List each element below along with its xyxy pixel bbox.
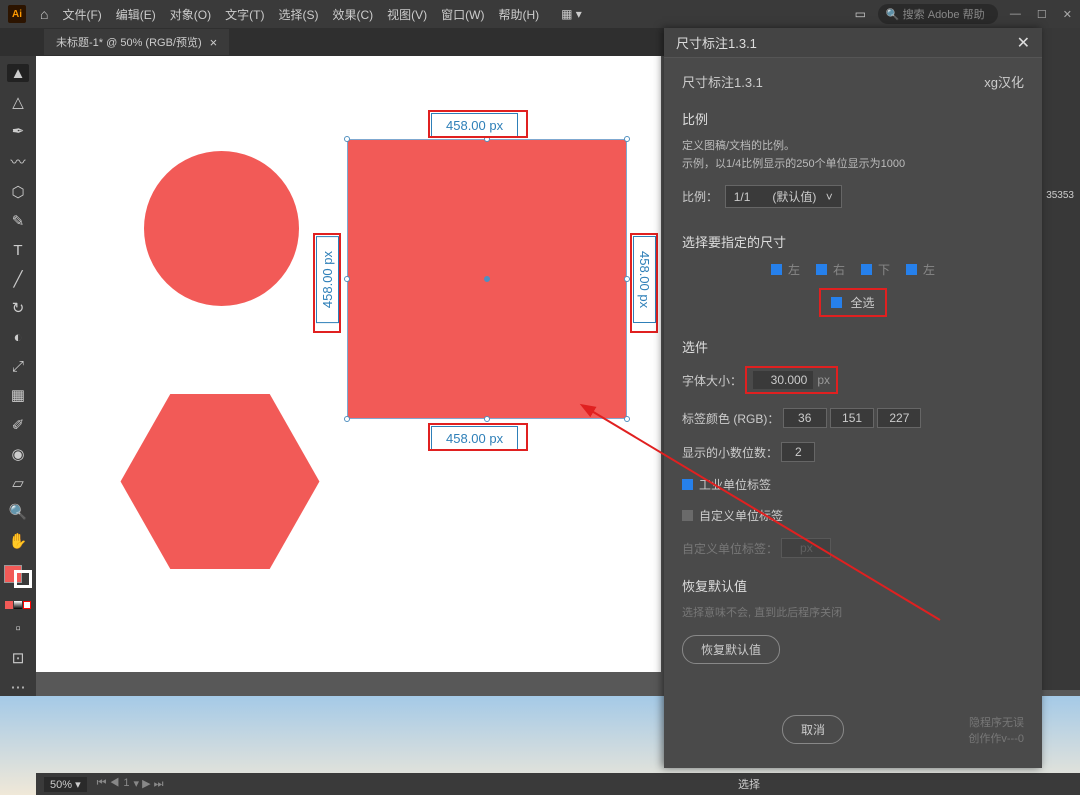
page-nav[interactable]: ⏮ ◀ 1 ▾ ▶ ⏭ [97, 777, 164, 791]
menu-window[interactable]: 窗口(W) [441, 6, 484, 23]
right-num: 35353 [1046, 190, 1074, 201]
panel-credit: xg汉化 [984, 72, 1024, 91]
circle-shape[interactable] [144, 151, 299, 306]
dimension-label-top: 458.00 px [431, 113, 518, 138]
restore-heading: 恢复默认值 [682, 576, 1024, 595]
decimal-label: 显示的小数位数： [682, 444, 778, 461]
side-checkboxes: 左 右 下 左 [682, 261, 1024, 278]
fontsize-input[interactable] [753, 371, 813, 389]
rectangle-shape-selected[interactable] [347, 139, 627, 419]
tab-close-icon[interactable]: × [210, 35, 218, 50]
layout-icon[interactable]: ▦ ▾ [561, 7, 582, 21]
artboard: 458.00 px 458.00 px 458.00 px 458.00 px [36, 56, 661, 672]
document-tab[interactable]: 未标题-1* @ 50% (RGB/预览) × [44, 29, 229, 55]
select-all-checkbox[interactable]: 全选 [819, 288, 886, 317]
menu-help[interactable]: 帮助(H) [498, 6, 539, 23]
selection-tool[interactable]: ▲ [7, 64, 29, 82]
rgb-g-input[interactable] [830, 408, 874, 428]
color-mode-icons[interactable] [5, 601, 31, 609]
scale-tool[interactable]: ⤢ [7, 357, 29, 375]
eyedropper-tool[interactable]: ✐ [7, 416, 29, 434]
dimension-label-bottom: 458.00 px [431, 426, 518, 451]
decimal-input[interactable] [781, 442, 815, 462]
tool-palette: ▲ △ ✒ 〰 ⬡ ✎ T ╱ ↻ ◐ ⤢ ▦ ✐ ◉ ▱ 🔍 ✋ ▫ ⊡ ⋯ [0, 56, 36, 696]
menu-edit[interactable]: 编辑(E) [116, 6, 156, 23]
fontsize-label: 字体大小： [682, 372, 742, 389]
options-heading: 选件 [682, 337, 1024, 356]
labelcolor-label: 标签颜色 [682, 410, 730, 427]
ratio-select[interactable]: 1/1 (默认值) ˅ [725, 185, 842, 208]
rotate-tool[interactable]: ↻ [7, 299, 29, 317]
menu-object[interactable]: 对象(O) [170, 6, 211, 23]
maximize-icon[interactable]: ☐ [1037, 8, 1047, 21]
gradient-tool[interactable]: ▦ [7, 386, 29, 404]
dim-select-heading: 选择要指定的尺寸 [682, 232, 1024, 251]
zoom-select[interactable]: 50% ▾ [44, 777, 87, 792]
selection-status: 选择 [738, 776, 760, 792]
minimize-icon[interactable]: — [1010, 8, 1021, 21]
tab-title: 未标题-1* @ 50% (RGB/预览) [56, 34, 202, 50]
hand-tool[interactable]: ✋ [7, 532, 29, 550]
chk-bottom[interactable]: 左 [906, 261, 935, 278]
restore-button[interactable]: 恢复默认值 [682, 635, 780, 664]
line-tool[interactable]: ╱ [7, 270, 29, 288]
app-logo: Ai [8, 5, 26, 23]
fontsize-input-box: px [745, 366, 838, 394]
menu-effect[interactable]: 效果(C) [332, 6, 373, 23]
right-dock-strip[interactable] [1042, 28, 1080, 690]
custom-label-chk[interactable]: 自定义单位标签 [682, 507, 783, 524]
screen-mode-tool[interactable]: ▫ [7, 620, 29, 638]
dimension-label-right: 458.00 px [633, 236, 656, 323]
chk-top[interactable]: 下 [861, 261, 890, 278]
footer-text1: 隐程序无误 [968, 714, 1024, 730]
type-tool[interactable]: T [7, 241, 29, 259]
footer-text2: 创作作v---0 [968, 730, 1024, 746]
menu-view[interactable]: 视图(V) [387, 6, 427, 23]
ratio-label: 比例： [682, 188, 718, 205]
hexagon-shape[interactable] [120, 394, 320, 569]
dimension-panel: 尺寸标注1.3.1 ✕ 尺寸标注1.3.1 xg汉化 比例 定义图稿/文档的比例… [664, 28, 1042, 768]
zoom-tool[interactable]: 🔍 [7, 503, 29, 521]
restore-desc: 选择意味不会, 直到此后程序关闭 [682, 605, 1024, 623]
menu-bar: Ai ⌂ 文件(F) 编辑(E) 对象(O) 文字(T) 选择(S) 效果(C)… [0, 0, 1080, 28]
menu-text[interactable]: 文字(T) [225, 6, 264, 23]
panel-subtitle: 尺寸标注1.3.1 [682, 72, 763, 91]
panel-title: 尺寸标注1.3.1 [676, 33, 757, 52]
custom-label-text: 自定义单位标签： [682, 540, 778, 557]
search-input[interactable]: 🔍 搜索 Adobe 帮助 [878, 4, 998, 24]
pen-tool[interactable]: ✒ [7, 122, 29, 140]
rgb-r-input[interactable] [783, 408, 827, 428]
industrial-label-chk[interactable]: 工业单位标签 [682, 476, 771, 493]
panel-close-icon[interactable]: ✕ [1017, 33, 1030, 53]
blend-tool[interactable]: ◉ [7, 445, 29, 463]
dimension-label-left: 458.00 px [316, 236, 339, 323]
more-tools[interactable]: ⋯ [7, 678, 29, 696]
rgb-b-input[interactable] [877, 408, 921, 428]
artboard-tool[interactable]: ▱ [7, 474, 29, 492]
menu-select[interactable]: 选择(S) [278, 6, 318, 23]
custom-unit-input [781, 538, 831, 558]
doc-icon[interactable]: ▭ [855, 7, 866, 21]
brush-tool[interactable]: ✎ [7, 212, 29, 230]
direct-select-tool[interactable]: △ [7, 93, 29, 111]
close-icon[interactable]: ✕ [1063, 8, 1072, 21]
cancel-button[interactable]: 取消 [782, 715, 844, 744]
menu-file[interactable]: 文件(F) [62, 6, 101, 23]
draw-mode-tool[interactable]: ⊡ [7, 649, 29, 667]
chk-right[interactable]: 右 [816, 261, 845, 278]
eraser-tool[interactable]: ◐ [7, 328, 29, 346]
home-icon[interactable]: ⌂ [40, 6, 48, 22]
status-bar: 50% ▾ ⏮ ◀ 1 ▾ ▶ ⏭ 选择 [36, 773, 1080, 795]
chk-left[interactable]: 左 [771, 261, 800, 278]
shape-tool[interactable]: ⬡ [7, 183, 29, 201]
ratio-desc2: 示例，以1/4比例显示的250个单位显示为1000 [682, 156, 1024, 174]
ratio-heading: 比例 [682, 109, 1024, 128]
fill-stroke-swatch[interactable] [4, 565, 32, 588]
curvature-tool[interactable]: 〰 [7, 151, 29, 172]
ratio-desc1: 定义图稿/文档的比例。 [682, 138, 1024, 156]
